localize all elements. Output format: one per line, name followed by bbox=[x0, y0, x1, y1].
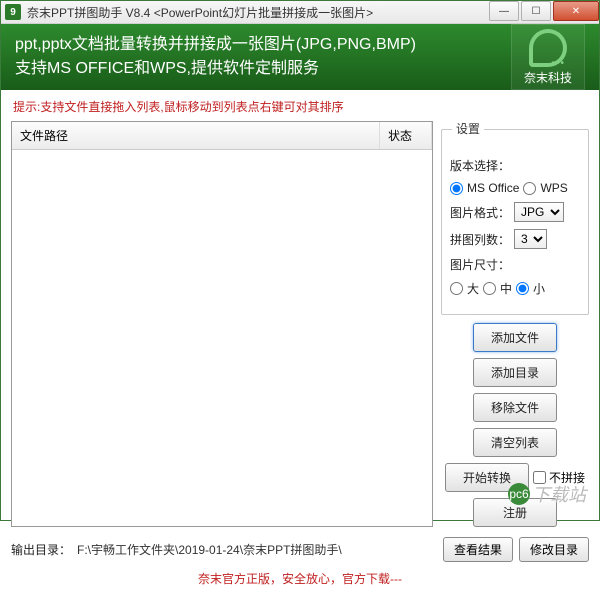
close-button[interactable]: ✕ bbox=[553, 1, 599, 21]
register-button[interactable]: 注册 bbox=[473, 498, 557, 527]
add-file-button[interactable]: 添加文件 bbox=[473, 323, 557, 352]
clear-list-button[interactable]: 清空列表 bbox=[473, 428, 557, 457]
header-banner: ppt,pptx文档批量转换并拼接成一张图片(JPG,PNG,BMP) 支持MS… bbox=[1, 24, 599, 90]
maximize-button[interactable]: ☐ bbox=[521, 1, 551, 21]
format-select[interactable]: JPG bbox=[514, 202, 564, 222]
banner-line1: ppt,pptx文档批量转换并拼接成一张图片(JPG,PNG,BMP) bbox=[15, 33, 416, 57]
side-panel: 设置 版本选择： MS Office WPS 图片格式： JPG 拼图列数： 3 bbox=[441, 121, 589, 527]
radio-wps[interactable]: WPS bbox=[523, 181, 567, 195]
window-title: 奈末PPT拼图助手 V8.4 <PowerPoint幻灯片批量拼接成一张图片> bbox=[27, 4, 487, 21]
radio-size-large[interactable]: 大 bbox=[450, 280, 479, 297]
cols-row: 拼图列数： 3 bbox=[450, 229, 580, 249]
remove-file-button[interactable]: 移除文件 bbox=[473, 393, 557, 422]
output-row: 输出目录： F:\宇畅工作文件夹\2019-01-24\奈末PPT拼图助手\ 查… bbox=[1, 531, 599, 566]
settings-group: 设置 版本选择： MS Office WPS 图片格式： JPG 拼图列数： 3 bbox=[441, 121, 589, 315]
radio-size-small[interactable]: 小 bbox=[516, 280, 545, 297]
logo-label: 奈末科技 bbox=[524, 69, 572, 86]
add-dir-button[interactable]: 添加目录 bbox=[473, 358, 557, 387]
app-window: 9 奈末PPT拼图助手 V8.4 <PowerPoint幻灯片批量拼接成一张图片… bbox=[0, 0, 600, 521]
format-row: 图片格式： JPG bbox=[450, 202, 580, 222]
list-body[interactable] bbox=[12, 150, 432, 526]
minimize-button[interactable]: — bbox=[489, 1, 519, 21]
radio-msoffice-input[interactable] bbox=[450, 182, 463, 195]
size-options: 大 中 小 bbox=[450, 280, 580, 297]
hint-text: 提示:支持文件直接拖入列表,鼠标移动到列表点右键可对其排序 bbox=[1, 90, 599, 121]
logo-icon: ••• bbox=[529, 29, 567, 67]
cols-label: 拼图列数： bbox=[450, 231, 510, 248]
output-label: 输出目录： bbox=[11, 541, 71, 558]
footer: 奈末官方正版，安全放心，官方下载--- bbox=[1, 566, 599, 593]
radio-msoffice[interactable]: MS Office bbox=[450, 181, 519, 195]
settings-title: 设置 bbox=[452, 120, 484, 137]
file-list: 文件路径 状态 bbox=[11, 121, 433, 527]
banner-line2: 支持MS OFFICE和WPS,提供软件定制服务 bbox=[15, 57, 416, 81]
view-result-button[interactable]: 查看结果 bbox=[443, 537, 513, 562]
button-stack: 添加文件 添加目录 移除文件 清空列表 开始转换 不拼接 注册 bbox=[441, 323, 589, 527]
titlebar: 9 奈末PPT拼图助手 V8.4 <PowerPoint幻灯片批量拼接成一张图片… bbox=[1, 1, 599, 24]
radio-size-medium[interactable]: 中 bbox=[483, 280, 512, 297]
format-label: 图片格式： bbox=[450, 204, 510, 221]
no-merge-checkbox[interactable]: 不拼接 bbox=[533, 469, 585, 486]
app-icon: 9 bbox=[5, 4, 21, 20]
start-convert-button[interactable]: 开始转换 bbox=[445, 463, 529, 492]
logo-box: ••• 奈末科技 bbox=[511, 24, 585, 90]
window-controls: — ☐ ✕ bbox=[487, 1, 599, 23]
col-header-path[interactable]: 文件路径 bbox=[12, 122, 380, 149]
cols-select[interactable]: 3 bbox=[514, 229, 547, 249]
version-label: 版本选择： bbox=[450, 157, 510, 174]
list-header: 文件路径 状态 bbox=[12, 122, 432, 150]
footer-text: 奈末官方正版，安全放心，官方下载--- bbox=[198, 572, 402, 586]
size-label-row: 图片尺寸： bbox=[450, 256, 580, 273]
size-label: 图片尺寸： bbox=[450, 256, 510, 273]
modify-dir-button[interactable]: 修改目录 bbox=[519, 537, 589, 562]
output-path: F:\宇畅工作文件夹\2019-01-24\奈末PPT拼图助手\ bbox=[77, 541, 437, 558]
content-area: 文件路径 状态 设置 版本选择： MS Office WPS 图片格式： JPG bbox=[1, 121, 599, 531]
version-row: 版本选择： bbox=[450, 157, 580, 174]
banner-text: ppt,pptx文档批量转换并拼接成一张图片(JPG,PNG,BMP) 支持MS… bbox=[15, 33, 416, 81]
col-header-status[interactable]: 状态 bbox=[380, 122, 432, 149]
radio-wps-input[interactable] bbox=[523, 182, 536, 195]
version-options: MS Office WPS bbox=[450, 181, 580, 195]
